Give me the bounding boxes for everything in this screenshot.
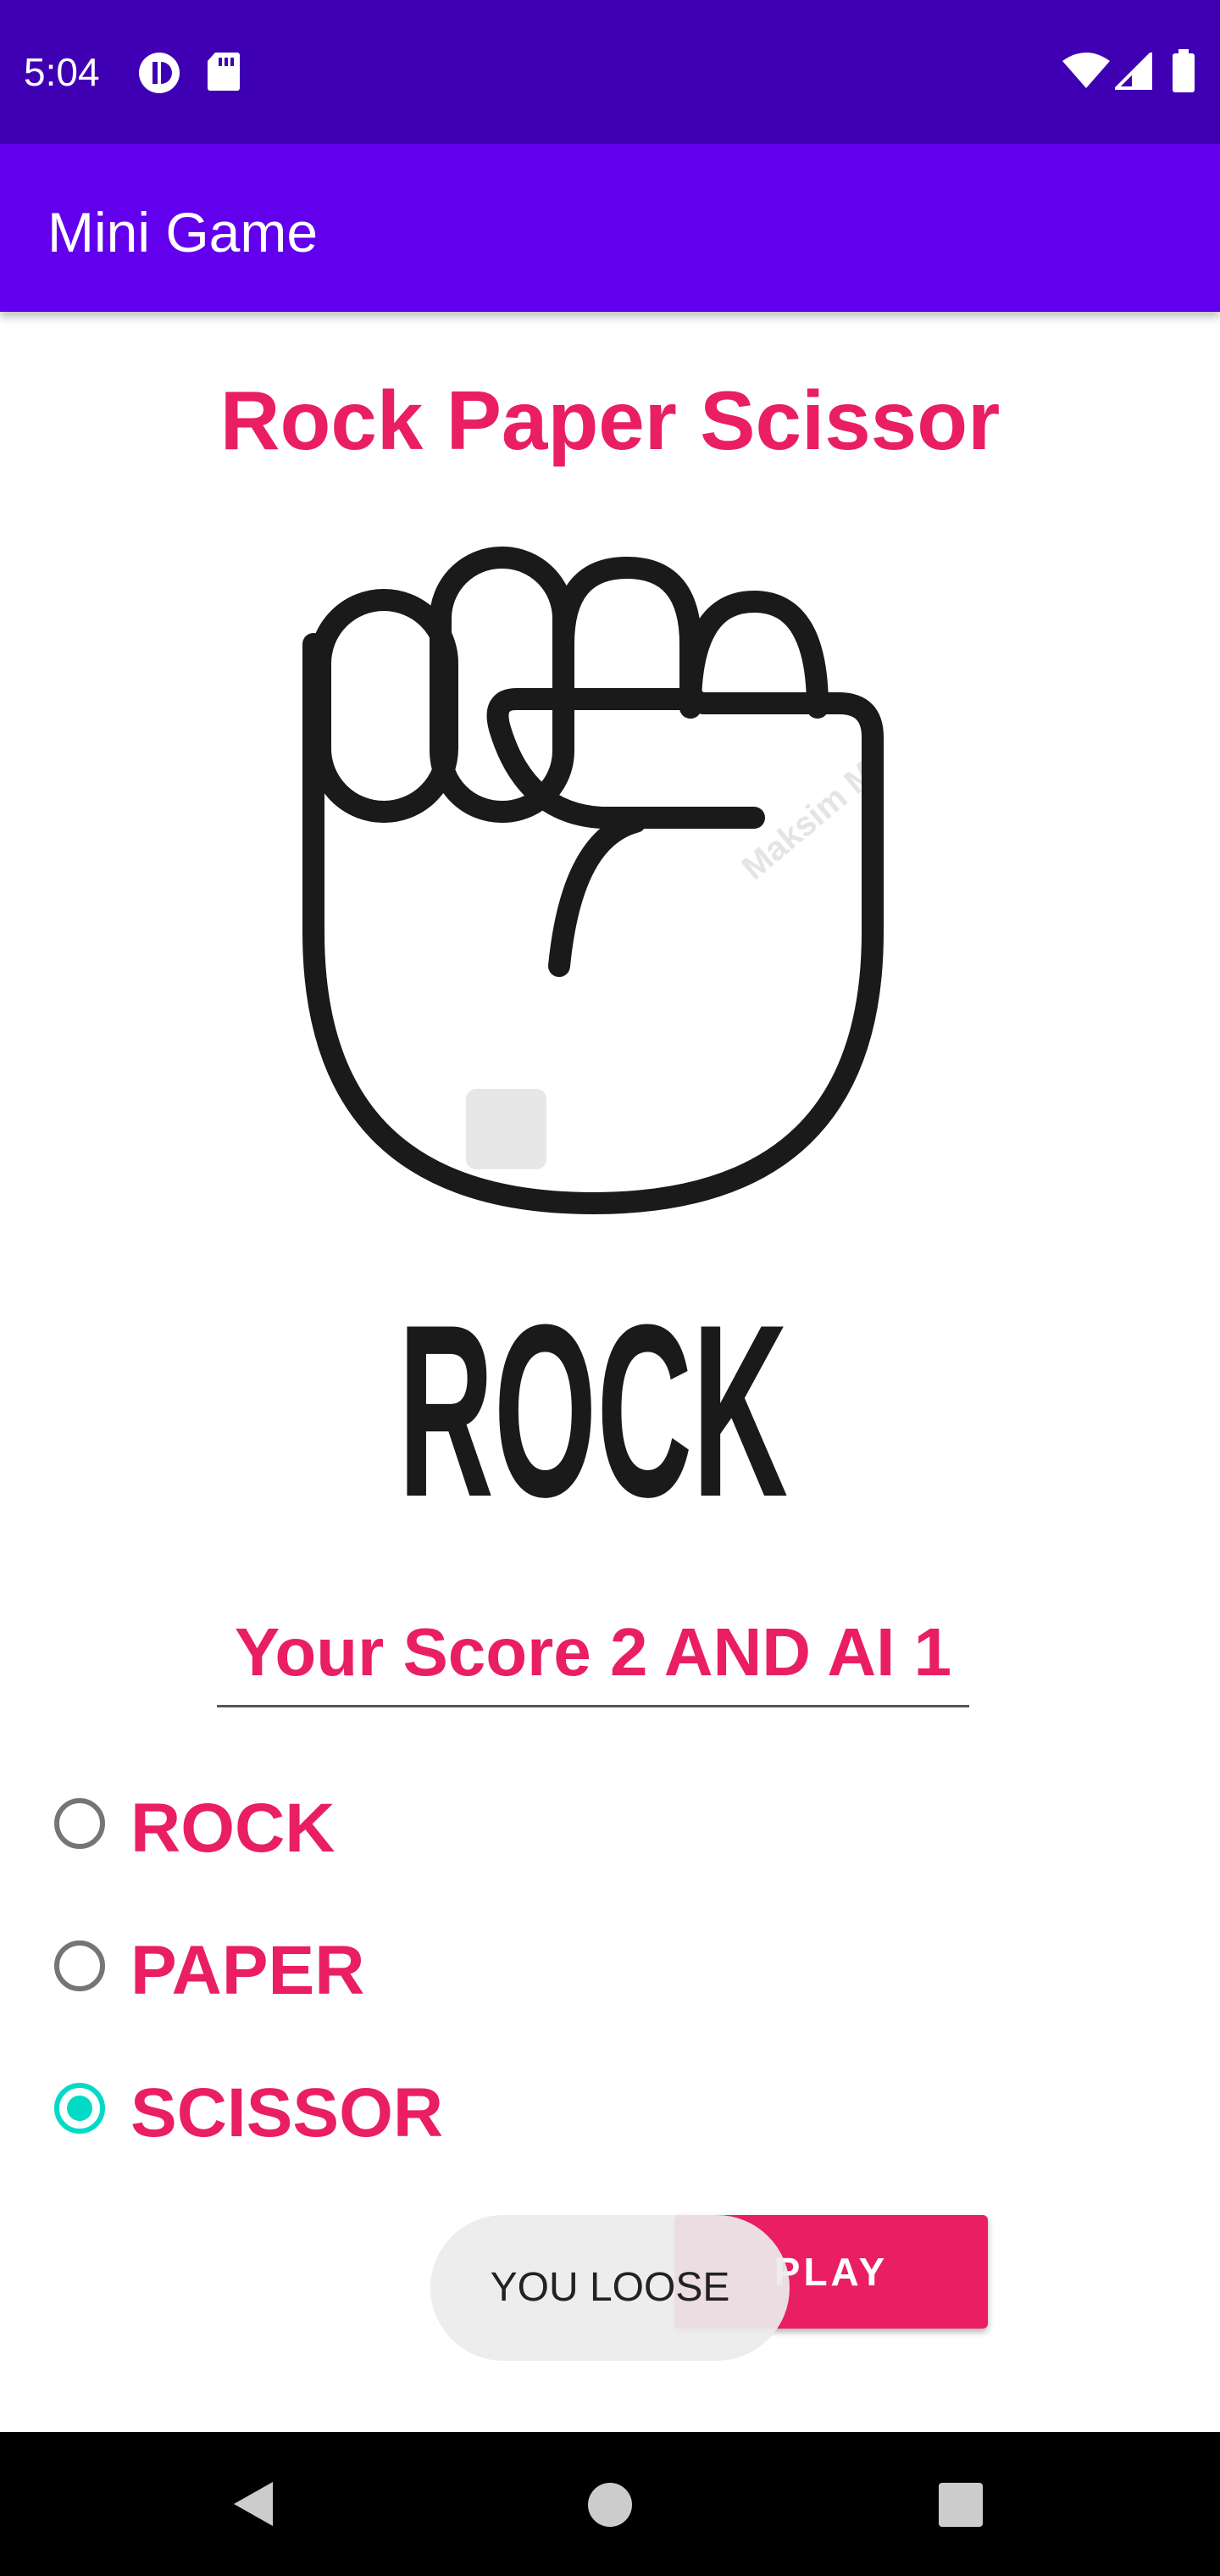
rock-image: Maksim M ROCK — [212, 525, 974, 1548]
radio-scissor[interactable]: SCISSOR — [51, 2062, 813, 2164]
status-time: 5:04 — [24, 50, 100, 94]
app-title: Mini Game — [47, 201, 319, 264]
radio-paper-circle[interactable] — [54, 1940, 105, 1991]
radio-rock[interactable]: ROCK — [51, 1778, 813, 1879]
home-icon[interactable] — [586, 2481, 634, 2533]
radio-paper-label[interactable]: PAPER — [130, 1929, 364, 2013]
radio-rock-circle[interactable] — [54, 1798, 105, 1849]
toast-message: YOU LOOSE — [430, 2215, 790, 2361]
sd-card-icon — [207, 51, 241, 96]
page-title: Rock Paper Scissor — [219, 374, 1001, 467]
rock-caption: ROCK — [398, 1274, 788, 1517]
battery-icon — [1171, 49, 1196, 97]
wifi-icon — [1061, 53, 1112, 94]
radio-rock-label[interactable]: ROCK — [130, 1786, 335, 1871]
signal-icon — [1112, 50, 1152, 94]
score-text: Your Score 2 AND AI 1 — [234, 1614, 952, 1690]
nav-bar — [0, 2432, 1220, 2576]
recents-icon[interactable] — [939, 2483, 983, 2531]
radio-scissor-circle[interactable] — [54, 2083, 105, 2134]
radio-scissor-label[interactable]: SCISSOR — [130, 2071, 443, 2156]
app-bar: Mini Game — [0, 144, 1220, 312]
status-bar: 5:04 — [0, 0, 1220, 144]
back-icon[interactable] — [229, 2479, 276, 2534]
score-field[interactable]: Your Score 2 AND AI 1 — [217, 1610, 969, 1707]
radio-paper[interactable]: PAPER — [51, 1920, 813, 2022]
data-saver-icon — [137, 51, 181, 99]
rock-fist-icon: Maksim M ROCK — [302, 547, 884, 1548]
